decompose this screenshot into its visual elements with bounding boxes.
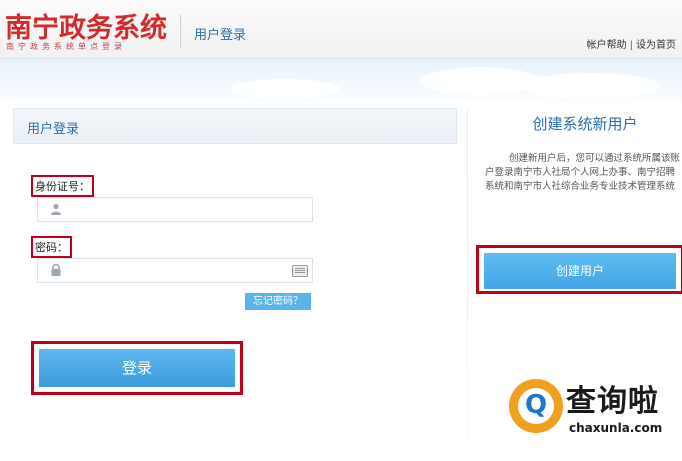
cloud-decoration — [520, 73, 660, 99]
watermark-url: chaxunla.com — [569, 421, 663, 435]
login-title-bar: 用户登录 — [13, 108, 457, 144]
cloud-decoration — [230, 79, 340, 99]
password-label: 密码： — [31, 236, 72, 258]
set-homepage-link[interactable]: 设为首页 — [636, 40, 676, 51]
keyboard-icon[interactable] — [292, 265, 308, 277]
create-user-button[interactable]: 创建用户 — [484, 253, 676, 289]
link-separator: | — [629, 40, 633, 51]
watermark-title: 查询啦 — [566, 384, 659, 419]
create-user-description: 创建新用户后，您可以通过系统所属该账户登录南宁市人社局个人网上办事、南宁招聘系统… — [485, 153, 681, 192]
watermark: Q 查询啦 chaxunla.com — [503, 373, 673, 441]
watermark-logo-icon: Q — [509, 379, 563, 433]
header-links: 帐户帮助 | 设为首页 — [587, 36, 676, 51]
user-icon — [51, 203, 61, 215]
id-number-label: 身份证号： — [31, 175, 94, 197]
watermark-logo-letter: Q — [525, 390, 548, 420]
lock-icon — [51, 264, 61, 276]
page-title: 用户登录 — [194, 28, 247, 43]
header: 南宁政务系统 南宁政务系统单点登录 用户登录 帐户帮助 | 设为首页 — [0, 0, 682, 59]
header-divider — [180, 14, 181, 48]
login-button[interactable]: 登录 — [39, 349, 235, 387]
logo-subtitle: 南宁政务系统单点登录 — [6, 42, 126, 51]
sky-banner — [0, 59, 682, 109]
id-number-input[interactable] — [37, 197, 313, 222]
login-panel-title: 用户登录 — [27, 122, 80, 137]
password-input[interactable] — [37, 258, 313, 283]
cloud-decoration — [420, 67, 540, 95]
create-user-title: 创建系统新用户 — [532, 115, 638, 133]
logo-title: 南宁政务系统 — [5, 13, 167, 44]
account-help-link[interactable]: 帐户帮助 — [587, 40, 627, 51]
forgot-password-button[interactable]: 忘记密码？ — [245, 293, 311, 310]
panel-divider — [467, 110, 468, 440]
